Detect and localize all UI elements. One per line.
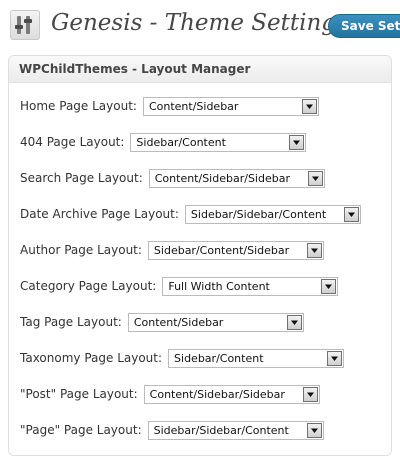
page-title: Genesis - Theme Settings (51, 10, 348, 36)
taxonomy-layout-value: Sidebar/Content (174, 351, 264, 365)
page-layout-select[interactable]: Sidebar/Sidebar/Content (147, 420, 324, 440)
taxonomy-layout-label: Taxonomy Page Layout: (20, 351, 163, 365)
chevron-down-icon[interactable] (343, 206, 359, 222)
category-layout-value: Full Width Content (168, 279, 270, 293)
chevron-down-icon[interactable] (286, 314, 302, 330)
chevron-down-icon[interactable] (306, 242, 322, 258)
tag-layout-row: Tag Page Layout: Content/Sidebar (20, 311, 304, 333)
home-layout-row: Home Page Layout: Content/Sidebar (20, 95, 319, 117)
404-layout-label: 404 Page Layout: (20, 135, 125, 149)
post-layout-label: "Post" Page Layout: (20, 387, 138, 401)
author-layout-select[interactable]: Sidebar/Content/Sidebar (147, 240, 324, 260)
chevron-down-icon[interactable] (321, 278, 337, 294)
search-layout-value: Content/Sidebar/Sidebar (154, 171, 290, 185)
chevron-down-icon[interactable] (306, 422, 322, 438)
search-layout-select[interactable]: Content/Sidebar/Sidebar (148, 168, 325, 188)
page-header: Genesis - Theme Settings Save Sett (0, 0, 400, 52)
author-layout-value: Sidebar/Content/Sidebar (153, 243, 290, 257)
chevron-down-icon[interactable] (307, 170, 323, 186)
date-archive-layout-value: Sidebar/Sidebar/Content (190, 207, 327, 221)
search-layout-label: Search Page Layout: (20, 171, 143, 185)
panel-title: WPChildThemes - Layout Manager (19, 62, 251, 76)
date-archive-layout-select[interactable]: Sidebar/Sidebar/Content (184, 204, 361, 224)
taxonomy-layout-row: Taxonomy Page Layout: Sidebar/Content (20, 347, 345, 369)
search-layout-row: Search Page Layout: Content/Sidebar/Side… (20, 167, 325, 189)
404-layout-select[interactable]: Sidebar/Content (130, 132, 307, 152)
page-layout-value: Sidebar/Sidebar/Content (153, 423, 289, 437)
genesis-settings-icon (10, 10, 40, 40)
chevron-down-icon[interactable] (327, 350, 343, 366)
home-layout-select[interactable]: Content/Sidebar (142, 96, 319, 116)
home-layout-label: Home Page Layout: (20, 99, 137, 113)
date-archive-layout-label: Date Archive Page Layout: (20, 207, 179, 221)
404-layout-value: Sidebar/Content (136, 135, 226, 149)
tag-layout-label: Tag Page Layout: (20, 315, 122, 329)
post-layout-value: Content/Sidebar/Sidebar (149, 387, 285, 401)
tag-layout-value: Content/Sidebar (133, 315, 224, 329)
save-settings-button[interactable]: Save Sett (328, 14, 400, 38)
chevron-down-icon[interactable] (289, 134, 305, 150)
home-layout-value: Content/Sidebar (148, 99, 239, 113)
panel-header: WPChildThemes - Layout Manager (9, 56, 391, 83)
post-layout-select[interactable]: Content/Sidebar/Sidebar (143, 384, 320, 404)
date-archive-layout-row: Date Archive Page Layout: Sidebar/Sideba… (20, 203, 361, 225)
page-layout-row: "Page" Page Layout: Sidebar/Sidebar/Cont… (20, 419, 324, 441)
taxonomy-layout-select[interactable]: Sidebar/Content (168, 348, 345, 368)
404-layout-row: 404 Page Layout: Sidebar/Content (20, 131, 307, 153)
tag-layout-select[interactable]: Content/Sidebar (127, 312, 304, 332)
post-layout-row: "Post" Page Layout: Content/Sidebar/Side… (20, 383, 320, 405)
chevron-down-icon[interactable] (301, 98, 317, 114)
category-layout-label: Category Page Layout: (20, 279, 157, 293)
category-layout-row: Category Page Layout: Full Width Content (20, 275, 339, 297)
chevron-down-icon[interactable] (302, 386, 318, 402)
page-layout-label: "Page" Page Layout: (20, 423, 142, 437)
author-layout-row: Author Page Layout: Sidebar/Content/Side… (20, 239, 324, 261)
category-layout-select[interactable]: Full Width Content (162, 276, 339, 296)
layout-manager-panel: WPChildThemes - Layout Manager Home Page… (8, 55, 392, 456)
author-layout-label: Author Page Layout: (20, 243, 142, 257)
